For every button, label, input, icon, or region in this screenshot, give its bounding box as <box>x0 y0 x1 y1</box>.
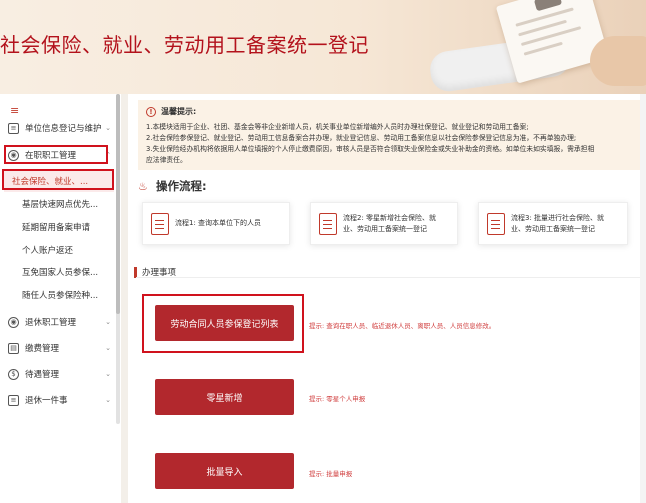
sidebar-item-label: 缴费管理 <box>25 344 60 354</box>
form-icon <box>319 212 337 235</box>
alert-icon: ! <box>146 106 156 117</box>
process-step-1: 流程1: 查询本单位下的人员 <box>142 202 290 245</box>
chevron-down-icon: ⌄ <box>105 318 111 326</box>
sidebar-scrollbar-thumb[interactable] <box>116 94 120 314</box>
document-icon: ≡ <box>8 122 19 134</box>
sidebar-item-payment[interactable]: ▤ 缴费管理 ⌄ <box>0 336 121 360</box>
wallet-icon: ▤ <box>8 342 19 354</box>
contract-staff-list-tip: 提示: 查询在职人员、临近退休人员、离职人员、人员信息修改。 <box>309 322 496 330</box>
sidebar-item-label: 单位信息登记与维护 <box>25 124 102 134</box>
step-text: 流程1: 查询本单位下的人员 <box>175 219 262 227</box>
main-content: ! 温馨提示: 1.本模块适用于企业、社团、基金会等非企业新增人员，机关事业单位… <box>128 94 646 503</box>
notice-title: 温馨提示: <box>161 107 197 116</box>
sidebar-subitem-exempt[interactable]: 互免国家人员参保... <box>0 261 121 283</box>
process-title: 操作流程: <box>156 179 207 193</box>
divider <box>136 277 644 278</box>
notice-line: 2.社会保险参保登记、就业登记、劳动用工信息备案合并办理，就业登记信息、劳动用工… <box>146 134 577 142</box>
process-step-3: 流程3: 批量进行社会保险、就 业、劳动用工备案统一登记 <box>478 202 628 245</box>
notice-line: 1.本模块适用于企业、社团、基金会等非企业新增人员，机关事业单位新增编外人员时办… <box>146 123 529 131</box>
notice-line: 3.失业保险经办机构将依据用人单位填报的个人停止缴费原因，审核人员是否符合领取失… <box>146 145 595 153</box>
notice-line: 应法律责任。 <box>146 156 187 164</box>
batch-import-tip: 提示: 批量申报 <box>309 470 353 478</box>
highlight-box-social-insurance <box>2 169 114 190</box>
page-title: 社会保险、就业、劳动用工备案统一登记 <box>0 33 369 57</box>
contract-staff-list-button[interactable]: 劳动合同人员参保登记列表 <box>155 305 294 341</box>
form-icon <box>487 212 505 235</box>
sidebar-item-benefits[interactable]: $ 待遇管理 ⌄ <box>0 362 121 386</box>
chevron-down-icon: ⌄ <box>105 396 111 404</box>
section-marker <box>134 266 137 278</box>
add-single-tip: 提示: 零星个人申报 <box>309 395 366 403</box>
main-scrollbar[interactable] <box>640 94 646 503</box>
chevron-down-icon: ⌄ <box>105 344 111 352</box>
banner-illustration-hand <box>590 36 646 86</box>
chevron-down-icon: ⌄ <box>105 370 111 378</box>
form-icon <box>151 212 169 235</box>
sidebar-item-retirement-one[interactable]: ≡ 退休一件事 ⌄ <box>0 388 121 412</box>
sidebar-item-label: 退休职工管理 <box>25 318 77 328</box>
sidebar-item-retired[interactable]: ◉ 退休职工管理 ⌄ <box>0 310 121 334</box>
notice-panel: ! 温馨提示: 1.本模块适用于企业、社团、基金会等非企业新增人员，机关事业单位… <box>138 100 646 170</box>
process-step-2: 流程2: 零星新增社会保险、就 业、劳动用工备案统一登记 <box>310 202 458 245</box>
user-icon: ◉ <box>8 316 19 328</box>
coin-icon: $ <box>8 368 19 380</box>
batch-import-button[interactable]: 批量导入 <box>155 453 294 489</box>
sidebar-subitem-extension[interactable]: 延期留用备案申请 <box>0 216 121 238</box>
sidebar-subitem-grassroots[interactable]: 基层快速网点优先... <box>0 193 121 215</box>
add-single-button[interactable]: 零星新增 <box>155 379 294 415</box>
sidebar-item-label: 退休一件事 <box>25 396 68 406</box>
document-icon: ≡ <box>8 394 19 406</box>
highlight-box-staff-management <box>4 145 108 164</box>
sidebar-item-unit-info[interactable]: ≡ 单位信息登记与维护 ⌄ <box>0 116 121 140</box>
notice-body: 1.本模块适用于企业、社团、基金会等非企业新增人员，机关事业单位新增编外人员时办… <box>146 122 638 165</box>
chevron-down-icon: ⌄ <box>105 124 111 132</box>
page: 社会保险、就业、劳动用工备案统一登记 ≡ ≡ 单位信息登记与维护 ⌄ ◉ 在职职… <box>0 0 646 503</box>
process-header: ♨ 操作流程: <box>138 178 207 194</box>
step-text: 流程2: 零星新增社会保险、就 业、劳动用工备案统一登记 <box>343 213 437 233</box>
notice-header: ! 温馨提示: <box>146 106 638 117</box>
sidebar-subitem-account-return[interactable]: 个人账户返还 <box>0 239 121 261</box>
process-icon: ♨ <box>138 180 148 193</box>
sidebar-subitem-accompanying[interactable]: 随任人员参保险种... <box>0 284 121 306</box>
step-text: 流程3: 批量进行社会保险、就 业、劳动用工备案统一登记 <box>511 213 605 233</box>
header-banner: 社会保险、就业、劳动用工备案统一登记 <box>0 0 646 94</box>
sidebar-item-label: 待遇管理 <box>25 370 60 380</box>
